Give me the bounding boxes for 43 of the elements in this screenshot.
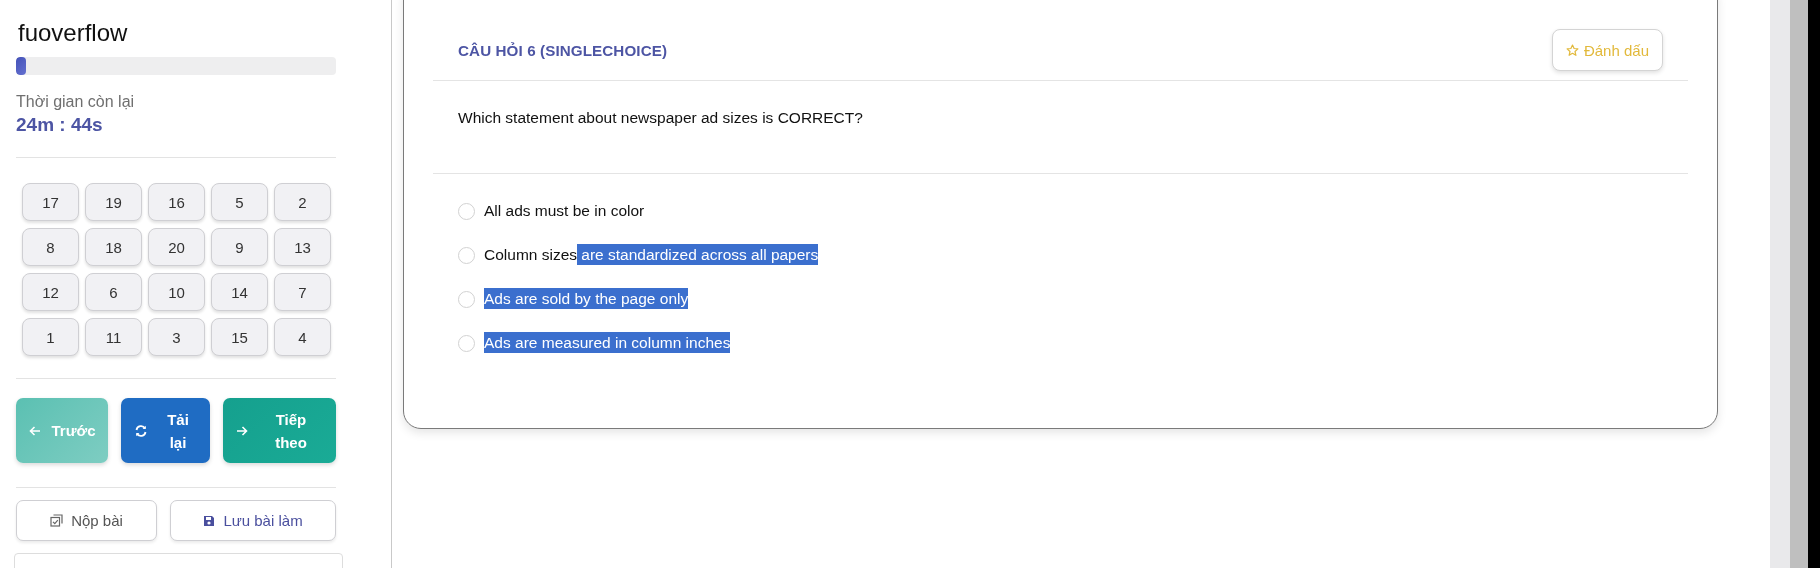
refresh-icon bbox=[134, 423, 148, 438]
radio-button[interactable] bbox=[458, 290, 475, 308]
save-button[interactable]: Lưu bài làm bbox=[170, 500, 336, 541]
question-text: Which statement about newspaper ad sizes is CORRECT? bbox=[458, 109, 863, 126]
question-number-button[interactable]: 19 bbox=[85, 183, 142, 221]
scrollbar[interactable] bbox=[1770, 0, 1820, 568]
arrow-left-icon bbox=[29, 424, 41, 437]
option-text: Column sizes are standardized across all papers bbox=[484, 245, 819, 265]
timer-value: 24m : 44s bbox=[16, 113, 103, 137]
question-number-button[interactable]: 17 bbox=[22, 183, 79, 221]
option-text: Ads are sold by the page only bbox=[484, 289, 689, 309]
question-number-button[interactable]: 16 bbox=[148, 183, 205, 221]
question-heading: CÂU HỎI 6 (SINGLECHOICE) bbox=[458, 41, 668, 59]
timer-label: Thời gian còn lại bbox=[16, 92, 135, 112]
question-number-button[interactable]: 12 bbox=[22, 273, 79, 311]
star-icon bbox=[1565, 43, 1579, 57]
question-number-button[interactable]: 15 bbox=[211, 318, 268, 356]
option-text: Ads are measured in column inches bbox=[484, 333, 731, 353]
question-number-button[interactable]: 20 bbox=[148, 228, 205, 266]
question-number-button[interactable]: 9 bbox=[211, 228, 268, 266]
question-number-button[interactable]: 6 bbox=[85, 273, 142, 311]
question-number-button[interactable]: 14 bbox=[211, 273, 268, 311]
copy-check-icon bbox=[50, 514, 64, 527]
question-number-button[interactable]: 7 bbox=[274, 273, 331, 311]
question-number-button[interactable]: 18 bbox=[85, 228, 142, 266]
radio-button[interactable] bbox=[458, 246, 475, 264]
question-number-button[interactable]: 11 bbox=[85, 318, 142, 356]
question-number-button[interactable]: 3 bbox=[148, 318, 205, 356]
question-number-button[interactable]: 8 bbox=[22, 228, 79, 266]
question-number-button[interactable]: 10 bbox=[148, 273, 205, 311]
option-text: All ads must be in color bbox=[484, 201, 645, 221]
submit-button[interactable]: Nộp bài bbox=[16, 500, 157, 541]
question-number-button[interactable]: 1 bbox=[22, 318, 79, 356]
reload-button[interactable]: Tải lại bbox=[121, 398, 210, 463]
question-number-button[interactable]: 5 bbox=[211, 183, 268, 221]
radio-button[interactable] bbox=[458, 334, 475, 352]
radio-button[interactable] bbox=[458, 202, 475, 220]
question-number-button[interactable]: 13 bbox=[274, 228, 331, 266]
save-icon bbox=[203, 514, 216, 527]
question-number-button[interactable]: 2 bbox=[274, 183, 331, 221]
arrow-right-icon bbox=[236, 424, 248, 437]
question-number-button[interactable]: 4 bbox=[274, 318, 331, 356]
brand-name: fuoverflow bbox=[18, 18, 128, 48]
